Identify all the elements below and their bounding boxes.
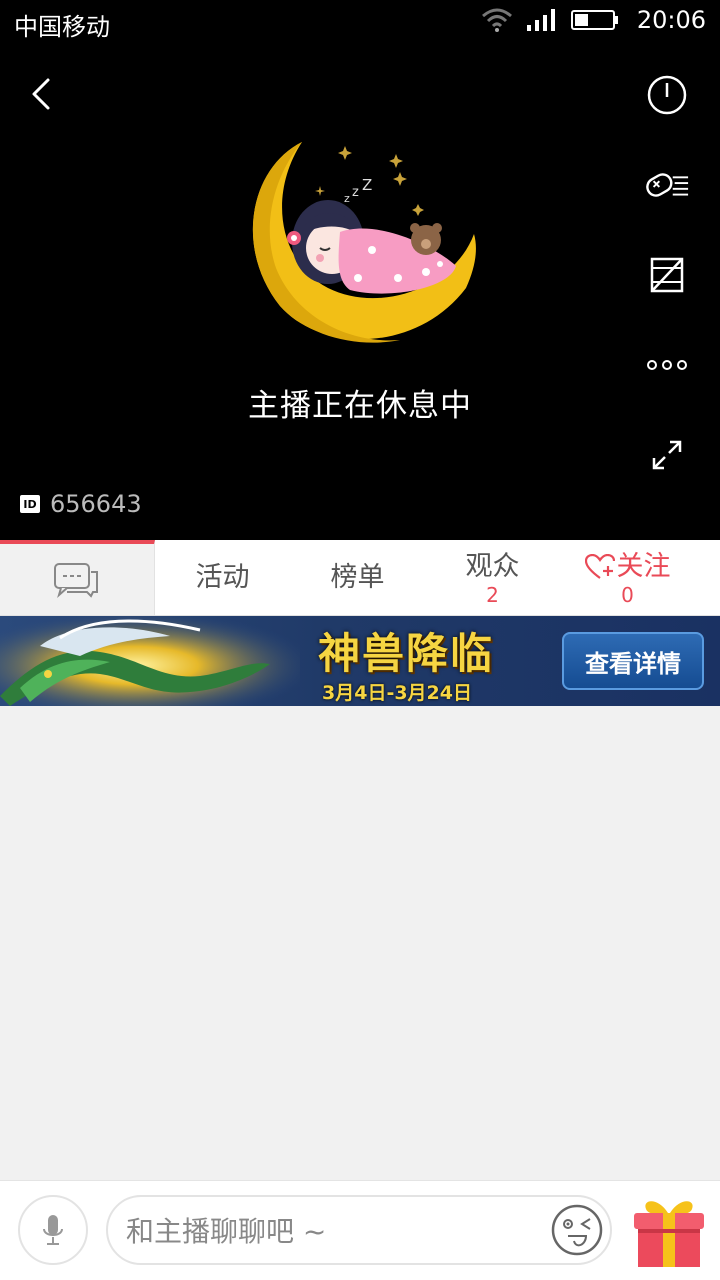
banner-dates: 3月4日-3月24日 [322,682,472,704]
banner-title: 神兽降临 [318,629,495,678]
status-bar: 中国移动 20:06 [0,0,720,42]
power-icon [647,75,687,115]
danmaku-off-icon [650,257,684,293]
power-button[interactable] [644,72,690,118]
sleeping-moon-illustration: z z Z [252,142,476,343]
status-icons: 20:06 [481,6,706,34]
more-button[interactable] [644,342,690,388]
back-icon[interactable] [22,72,66,116]
chat-input-container [106,1195,612,1265]
tab-ranking[interactable]: 榜单 [290,540,425,615]
room-id-value: 656643 [50,490,142,518]
heart-plus-icon [584,553,615,579]
fullscreen-icon [652,440,682,470]
tab-label: 观众 [465,550,520,582]
follow-row: 关注 [584,550,671,584]
battery-icon [570,10,618,30]
tab-audience[interactable]: 观众 2 [425,540,560,615]
wifi-icon [481,8,512,32]
svg-text:Z: Z [362,176,372,194]
chat-input[interactable] [126,1207,546,1255]
emoji-icon[interactable] [550,1203,604,1257]
chat-bubble-icon [54,562,98,598]
room-tabs: 活动 榜单 观众 2 关注 0 [0,540,720,616]
tab-follow[interactable]: 关注 0 [560,540,695,615]
chat-messages-area[interactable] [0,706,720,1180]
clock: 20:06 [636,6,706,34]
svg-text:z: z [344,192,350,205]
resting-message: 主播正在休息中 [248,388,472,424]
signal-icon [526,9,555,31]
room-id: ID 656643 [20,490,142,518]
promo-banner[interactable]: 神兽降临 3月4日-3月24日 查看详情 [0,616,720,706]
view-details-button[interactable]: 查看详情 [562,632,704,690]
mic-icon [43,1215,63,1245]
more-icon [647,360,687,370]
voice-button[interactable] [18,1195,88,1265]
danmaku-toggle-button[interactable] [644,252,690,298]
gift-icon[interactable] [628,1191,710,1273]
dragon-image [0,616,300,706]
game-button[interactable] [644,162,690,208]
tab-label: 关注 [616,550,671,582]
chat-input-bar [0,1180,720,1280]
follow-count: 0 [621,582,634,607]
tab-chat[interactable] [0,540,155,615]
gamepad-icon [646,173,689,197]
video-player[interactable]: z z Z 主播正在休息中 ID 656643 [0,42,720,540]
carrier-name: 中国移动 [14,13,110,41]
svg-text:z: z [352,185,359,200]
fullscreen-button[interactable] [644,432,690,478]
tab-activity[interactable]: 活动 [155,540,290,615]
audience-count: 2 [486,582,499,607]
id-badge-icon: ID [20,495,40,513]
tab-label: 榜单 [330,561,385,593]
tab-label: 活动 [195,561,250,593]
